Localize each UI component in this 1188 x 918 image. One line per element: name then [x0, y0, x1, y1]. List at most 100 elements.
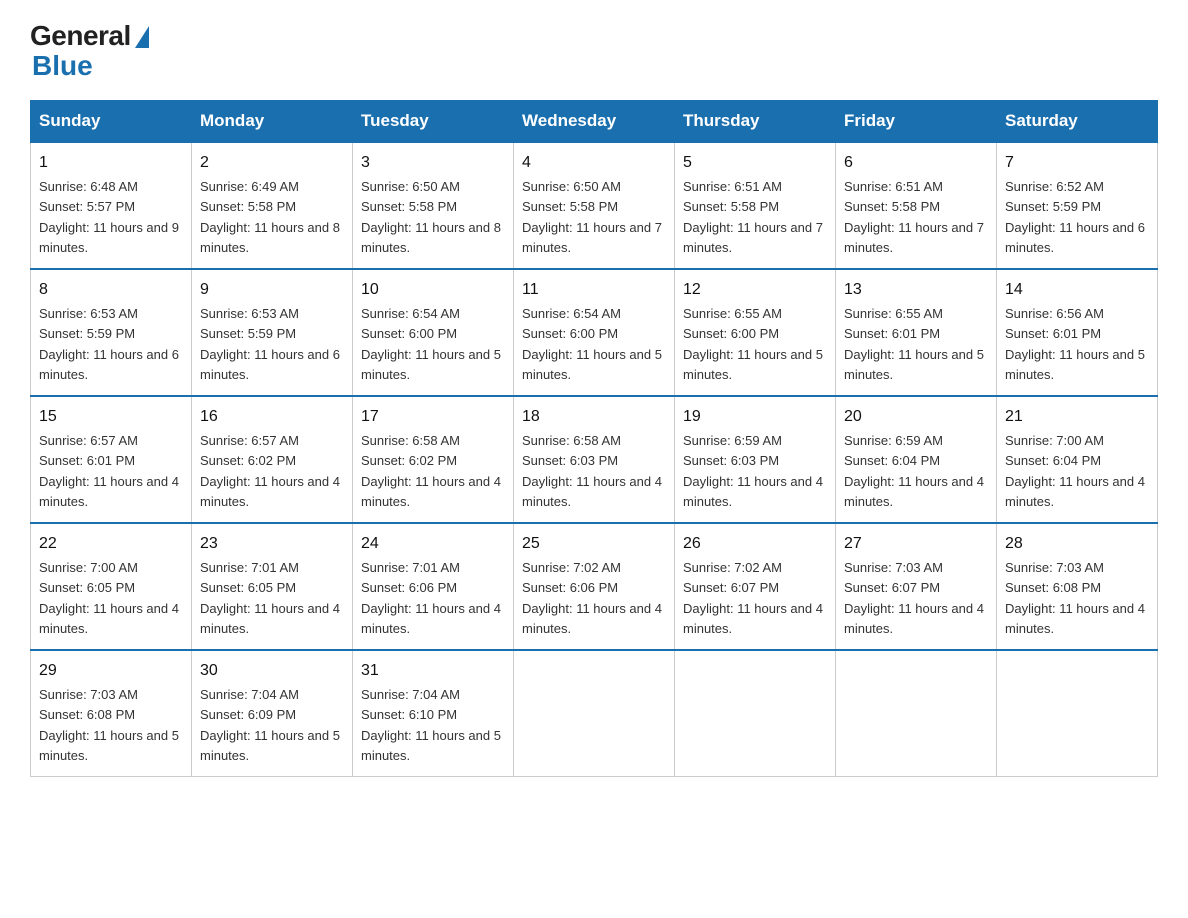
day-number: 13	[844, 278, 988, 302]
day-cell: 24 Sunrise: 7:01 AMSunset: 6:06 PMDayligh…	[353, 523, 514, 650]
day-number: 3	[361, 151, 505, 175]
day-info: Sunrise: 7:03 AMSunset: 6:07 PMDaylight:…	[844, 560, 984, 636]
day-number: 14	[1005, 278, 1149, 302]
col-header-sunday: Sunday	[31, 101, 192, 143]
day-info: Sunrise: 6:58 AMSunset: 6:03 PMDaylight:…	[522, 433, 662, 509]
day-number: 19	[683, 405, 827, 429]
day-cell	[836, 650, 997, 777]
day-info: Sunrise: 7:02 AMSunset: 6:06 PMDaylight:…	[522, 560, 662, 636]
day-cell: 21 Sunrise: 7:00 AMSunset: 6:04 PMDayligh…	[997, 396, 1158, 523]
day-cell: 20Sunrise: 6:59 AMSunset: 6:04 PMDayligh…	[836, 396, 997, 523]
day-info: Sunrise: 7:04 AMSunset: 6:10 PMDaylight:…	[361, 687, 501, 763]
col-header-thursday: Thursday	[675, 101, 836, 143]
logo-triangle-icon	[135, 26, 149, 48]
day-info: Sunrise: 6:50 AMSunset: 5:58 PMDaylight:…	[361, 179, 501, 255]
day-info: Sunrise: 7:00 AMSunset: 6:04 PMDaylight:…	[1005, 433, 1145, 509]
day-info: Sunrise: 6:49 AMSunset: 5:58 PMDaylight:…	[200, 179, 340, 255]
logo: General Blue	[30, 20, 149, 82]
day-cell	[675, 650, 836, 777]
day-number: 2	[200, 151, 344, 175]
col-header-saturday: Saturday	[997, 101, 1158, 143]
day-number: 8	[39, 278, 183, 302]
day-cell: 15 Sunrise: 6:57 AMSunset: 6:01 PMDayligh…	[31, 396, 192, 523]
day-number: 15	[39, 405, 183, 429]
day-cell	[997, 650, 1158, 777]
day-cell	[514, 650, 675, 777]
week-row-4: 22 Sunrise: 7:00 AMSunset: 6:05 PMDayligh…	[31, 523, 1158, 650]
col-header-monday: Monday	[192, 101, 353, 143]
day-info: Sunrise: 7:04 AMSunset: 6:09 PMDaylight:…	[200, 687, 340, 763]
day-cell: 14 Sunrise: 6:56 AMSunset: 6:01 PMDayligh…	[997, 269, 1158, 396]
day-cell: 16Sunrise: 6:57 AMSunset: 6:02 PMDayligh…	[192, 396, 353, 523]
day-number: 29	[39, 659, 183, 683]
day-cell: 9Sunrise: 6:53 AMSunset: 5:59 PMDaylight…	[192, 269, 353, 396]
day-info: Sunrise: 7:02 AMSunset: 6:07 PMDaylight:…	[683, 560, 823, 636]
day-number: 28	[1005, 532, 1149, 556]
week-row-1: 1 Sunrise: 6:48 AMSunset: 5:57 PMDaylight…	[31, 142, 1158, 269]
week-row-3: 15 Sunrise: 6:57 AMSunset: 6:01 PMDayligh…	[31, 396, 1158, 523]
day-info: Sunrise: 7:00 AMSunset: 6:05 PMDaylight:…	[39, 560, 179, 636]
day-number: 18	[522, 405, 666, 429]
week-row-5: 29 Sunrise: 7:03 AMSunset: 6:08 PMDayligh…	[31, 650, 1158, 777]
day-number: 24	[361, 532, 505, 556]
day-info: Sunrise: 7:01 AMSunset: 6:06 PMDaylight:…	[361, 560, 501, 636]
day-number: 25	[522, 532, 666, 556]
day-cell: 1 Sunrise: 6:48 AMSunset: 5:57 PMDaylight…	[31, 142, 192, 269]
day-cell: 22 Sunrise: 7:00 AMSunset: 6:05 PMDayligh…	[31, 523, 192, 650]
day-info: Sunrise: 6:55 AMSunset: 6:00 PMDaylight:…	[683, 306, 823, 382]
logo-blue: Blue	[32, 50, 93, 82]
day-cell: 28 Sunrise: 7:03 AMSunset: 6:08 PMDayligh…	[997, 523, 1158, 650]
day-info: Sunrise: 6:58 AMSunset: 6:02 PMDaylight:…	[361, 433, 501, 509]
day-number: 31	[361, 659, 505, 683]
day-number: 11	[522, 278, 666, 302]
day-info: Sunrise: 6:56 AMSunset: 6:01 PMDaylight:…	[1005, 306, 1145, 382]
day-info: Sunrise: 6:53 AMSunset: 5:59 PMDaylight:…	[39, 306, 179, 382]
day-number: 21	[1005, 405, 1149, 429]
day-number: 7	[1005, 151, 1149, 175]
day-number: 27	[844, 532, 988, 556]
header-row: SundayMondayTuesdayWednesdayThursdayFrid…	[31, 101, 1158, 143]
day-number: 1	[39, 151, 183, 175]
col-header-tuesday: Tuesday	[353, 101, 514, 143]
day-cell: 23Sunrise: 7:01 AMSunset: 6:05 PMDayligh…	[192, 523, 353, 650]
day-cell: 3 Sunrise: 6:50 AMSunset: 5:58 PMDaylight…	[353, 142, 514, 269]
day-info: Sunrise: 6:55 AMSunset: 6:01 PMDaylight:…	[844, 306, 984, 382]
day-info: Sunrise: 6:51 AMSunset: 5:58 PMDaylight:…	[844, 179, 984, 255]
day-cell: 30Sunrise: 7:04 AMSunset: 6:09 PMDayligh…	[192, 650, 353, 777]
day-number: 6	[844, 151, 988, 175]
day-info: Sunrise: 6:48 AMSunset: 5:57 PMDaylight:…	[39, 179, 179, 255]
day-cell: 10Sunrise: 6:54 AMSunset: 6:00 PMDayligh…	[353, 269, 514, 396]
day-cell: 11 Sunrise: 6:54 AMSunset: 6:00 PMDayligh…	[514, 269, 675, 396]
day-cell: 7Sunrise: 6:52 AMSunset: 5:59 PMDaylight…	[997, 142, 1158, 269]
page-header: General Blue	[30, 20, 1158, 82]
day-info: Sunrise: 7:03 AMSunset: 6:08 PMDaylight:…	[1005, 560, 1145, 636]
day-number: 4	[522, 151, 666, 175]
day-cell: 4 Sunrise: 6:50 AMSunset: 5:58 PMDaylight…	[514, 142, 675, 269]
day-number: 9	[200, 278, 344, 302]
day-number: 12	[683, 278, 827, 302]
day-cell: 13 Sunrise: 6:55 AMSunset: 6:01 PMDayligh…	[836, 269, 997, 396]
day-number: 22	[39, 532, 183, 556]
day-info: Sunrise: 7:03 AMSunset: 6:08 PMDaylight:…	[39, 687, 179, 763]
day-info: Sunrise: 6:50 AMSunset: 5:58 PMDaylight:…	[522, 179, 662, 255]
day-cell: 5Sunrise: 6:51 AMSunset: 5:58 PMDaylight…	[675, 142, 836, 269]
day-cell: 2 Sunrise: 6:49 AMSunset: 5:58 PMDaylight…	[192, 142, 353, 269]
day-info: Sunrise: 6:57 AMSunset: 6:02 PMDaylight:…	[200, 433, 340, 509]
day-number: 5	[683, 151, 827, 175]
day-cell: 27 Sunrise: 7:03 AMSunset: 6:07 PMDayligh…	[836, 523, 997, 650]
day-cell: 19 Sunrise: 6:59 AMSunset: 6:03 PMDayligh…	[675, 396, 836, 523]
day-cell: 29 Sunrise: 7:03 AMSunset: 6:08 PMDayligh…	[31, 650, 192, 777]
day-info: Sunrise: 7:01 AMSunset: 6:05 PMDaylight:…	[200, 560, 340, 636]
day-cell: 6 Sunrise: 6:51 AMSunset: 5:58 PMDaylight…	[836, 142, 997, 269]
day-cell: 26 Sunrise: 7:02 AMSunset: 6:07 PMDayligh…	[675, 523, 836, 650]
day-info: Sunrise: 6:59 AMSunset: 6:03 PMDaylight:…	[683, 433, 823, 509]
day-info: Sunrise: 6:57 AMSunset: 6:01 PMDaylight:…	[39, 433, 179, 509]
day-cell: 18 Sunrise: 6:58 AMSunset: 6:03 PMDayligh…	[514, 396, 675, 523]
day-number: 26	[683, 532, 827, 556]
col-header-wednesday: Wednesday	[514, 101, 675, 143]
day-info: Sunrise: 6:59 AMSunset: 6:04 PMDaylight:…	[844, 433, 984, 509]
logo-general: General	[30, 20, 131, 52]
day-info: Sunrise: 6:54 AMSunset: 6:00 PMDaylight:…	[522, 306, 662, 382]
col-header-friday: Friday	[836, 101, 997, 143]
day-cell: 12 Sunrise: 6:55 AMSunset: 6:00 PMDayligh…	[675, 269, 836, 396]
